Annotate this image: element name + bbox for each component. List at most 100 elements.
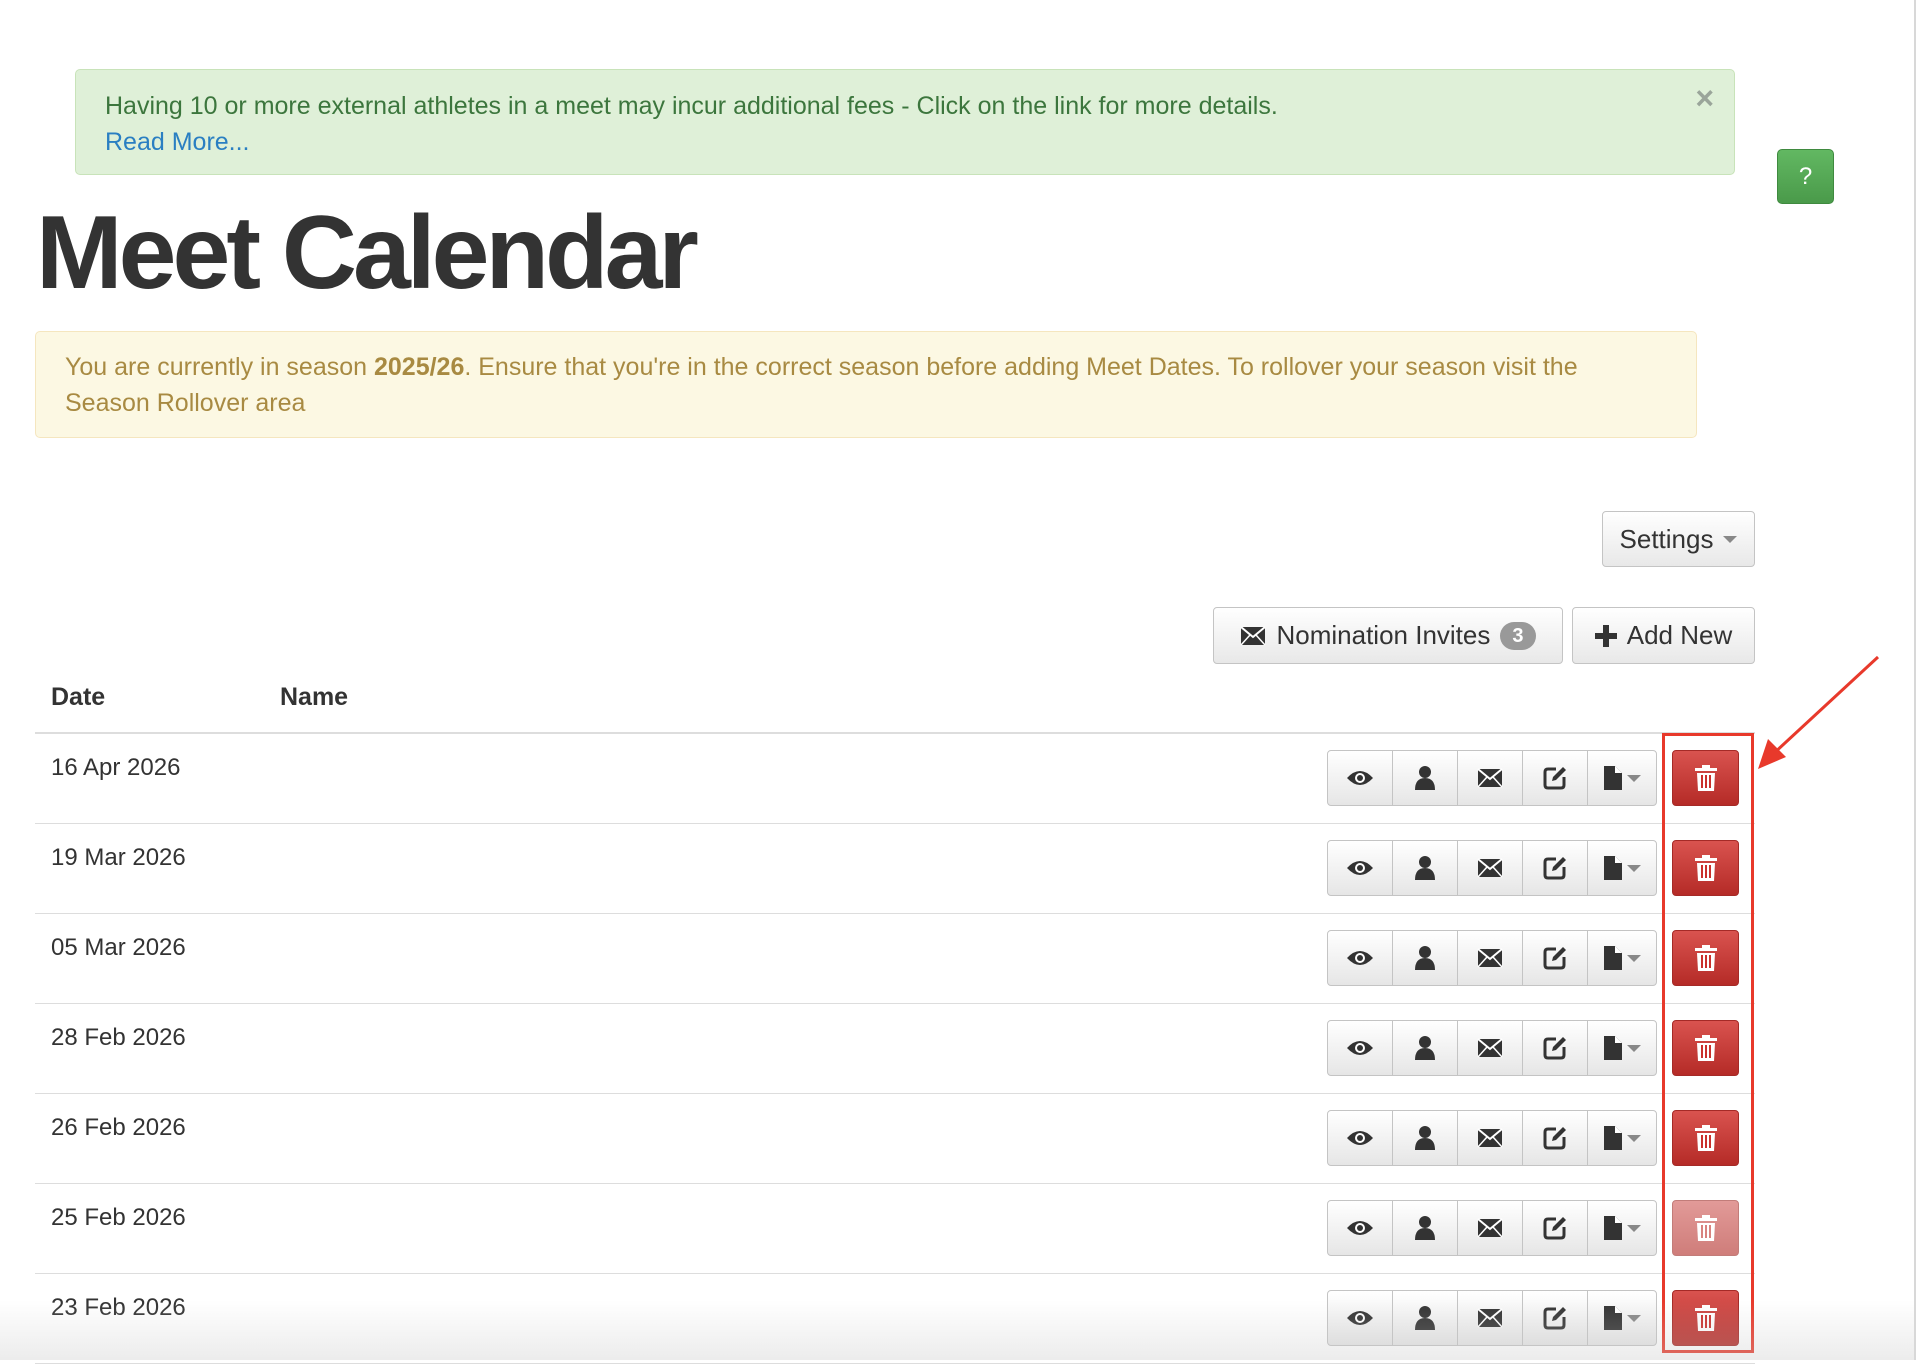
- chevron-down-icon: [1627, 1134, 1641, 1142]
- row-action-group: [1327, 1020, 1657, 1076]
- eye-icon: [1347, 1311, 1373, 1325]
- meet-date: 19 Mar 2026: [51, 844, 186, 871]
- athletes-button[interactable]: [1392, 1020, 1458, 1076]
- documents-dropdown-button[interactable]: [1587, 930, 1657, 986]
- eye-icon: [1347, 1041, 1373, 1055]
- view-button[interactable]: [1327, 840, 1393, 896]
- read-more-link[interactable]: Read More...: [105, 124, 250, 160]
- edit-button[interactable]: [1522, 840, 1588, 896]
- documents-dropdown-button[interactable]: [1587, 1200, 1657, 1256]
- documents-dropdown-button[interactable]: [1587, 840, 1657, 896]
- help-button[interactable]: ?: [1777, 149, 1834, 204]
- envelope-icon: [1477, 948, 1503, 968]
- email-button[interactable]: [1457, 1020, 1523, 1076]
- scrollbar-track[interactable]: [1914, 0, 1916, 1360]
- chevron-down-icon: [1627, 1314, 1641, 1322]
- file-icon: [1604, 766, 1622, 790]
- edit-button[interactable]: [1522, 750, 1588, 806]
- meet-name[interactable]: [261, 1184, 605, 1276]
- plus-icon: [1594, 624, 1617, 647]
- user-icon: [1415, 856, 1435, 880]
- meet-name[interactable]: [261, 1094, 605, 1186]
- email-button[interactable]: [1457, 840, 1523, 896]
- chevron-down-icon: [1723, 535, 1738, 543]
- envelope-icon: [1240, 625, 1267, 646]
- table-row: 23 Feb 2026: [35, 1274, 1755, 1366]
- chevron-down-icon: [1627, 774, 1641, 782]
- meet-name[interactable]: [261, 1274, 605, 1366]
- add-new-label: Add New: [1626, 620, 1733, 650]
- user-icon: [1415, 946, 1435, 970]
- info-alert: Having 10 or more external athletes in a…: [75, 69, 1735, 175]
- meet-name[interactable]: [261, 734, 605, 826]
- eye-icon: [1347, 1221, 1373, 1235]
- nomination-invites-button[interactable]: Nomination Invites 3: [1213, 607, 1563, 664]
- edit-button[interactable]: [1522, 1110, 1588, 1166]
- info-alert-text: Having 10 or more external athletes in a…: [105, 92, 1278, 120]
- current-season: 2025/26: [373, 353, 465, 381]
- athletes-button[interactable]: [1392, 930, 1458, 986]
- envelope-icon: [1477, 1038, 1503, 1058]
- file-icon: [1604, 1126, 1622, 1150]
- documents-dropdown-button[interactable]: [1587, 1110, 1657, 1166]
- athletes-button[interactable]: [1392, 750, 1458, 806]
- view-button[interactable]: [1327, 1290, 1393, 1346]
- column-header-date[interactable]: Date: [51, 683, 105, 712]
- edit-button[interactable]: [1522, 1290, 1588, 1346]
- edit-icon: [1543, 857, 1566, 880]
- meet-date: 16 Apr 2026: [51, 754, 181, 781]
- email-button[interactable]: [1457, 1290, 1523, 1346]
- settings-dropdown-button[interactable]: Settings: [1602, 511, 1755, 567]
- edit-button[interactable]: [1522, 1200, 1588, 1256]
- settings-label: Settings: [1619, 523, 1714, 554]
- add-new-button[interactable]: Add New: [1572, 607, 1755, 664]
- meet-date: 25 Feb 2026: [51, 1204, 186, 1231]
- email-button[interactable]: [1457, 1200, 1523, 1256]
- column-header-name[interactable]: Name: [280, 683, 348, 712]
- table-row: 28 Feb 2026: [35, 1004, 1755, 1096]
- documents-dropdown-button[interactable]: [1587, 750, 1657, 806]
- documents-dropdown-button[interactable]: [1587, 1020, 1657, 1076]
- row-action-group: [1327, 930, 1657, 986]
- meet-name[interactable]: [261, 824, 605, 916]
- meet-name[interactable]: [261, 1004, 605, 1096]
- edit-icon: [1543, 767, 1566, 790]
- edit-icon: [1543, 1217, 1566, 1240]
- delete-column-highlight: [1662, 733, 1754, 1353]
- season-warning-alert: You are currently in season 2025/26. Ens…: [35, 331, 1697, 438]
- view-button[interactable]: [1327, 1020, 1393, 1076]
- athletes-button[interactable]: [1392, 1110, 1458, 1166]
- row-action-group: [1327, 750, 1657, 806]
- email-button[interactable]: [1457, 750, 1523, 806]
- user-icon: [1415, 1306, 1435, 1330]
- user-icon: [1415, 1216, 1435, 1240]
- eye-icon: [1347, 861, 1373, 875]
- athletes-button[interactable]: [1392, 1290, 1458, 1346]
- view-button[interactable]: [1327, 1200, 1393, 1256]
- documents-dropdown-button[interactable]: [1587, 1290, 1657, 1346]
- view-button[interactable]: [1327, 930, 1393, 986]
- eye-icon: [1347, 951, 1373, 965]
- close-icon[interactable]: ×: [1695, 82, 1714, 114]
- edit-button[interactable]: [1522, 930, 1588, 986]
- edit-button[interactable]: [1522, 1020, 1588, 1076]
- athletes-button[interactable]: [1392, 1200, 1458, 1256]
- athletes-button[interactable]: [1392, 840, 1458, 896]
- file-icon: [1604, 946, 1622, 970]
- nomination-label: Nomination Invites: [1276, 620, 1491, 650]
- table-row: 19 Mar 2026: [35, 824, 1755, 916]
- email-button[interactable]: [1457, 1110, 1523, 1166]
- view-button[interactable]: [1327, 750, 1393, 806]
- file-icon: [1604, 1036, 1622, 1060]
- user-icon: [1415, 1126, 1435, 1150]
- email-button[interactable]: [1457, 930, 1523, 986]
- view-button[interactable]: [1327, 1110, 1393, 1166]
- user-icon: [1415, 1036, 1435, 1060]
- meet-date: 23 Feb 2026: [51, 1294, 186, 1321]
- eye-icon: [1347, 771, 1373, 785]
- envelope-icon: [1477, 1218, 1503, 1238]
- meet-name[interactable]: [261, 914, 605, 1006]
- meet-date: 28 Feb 2026: [51, 1024, 186, 1051]
- row-divider: [35, 1363, 1755, 1364]
- edit-icon: [1543, 1127, 1566, 1150]
